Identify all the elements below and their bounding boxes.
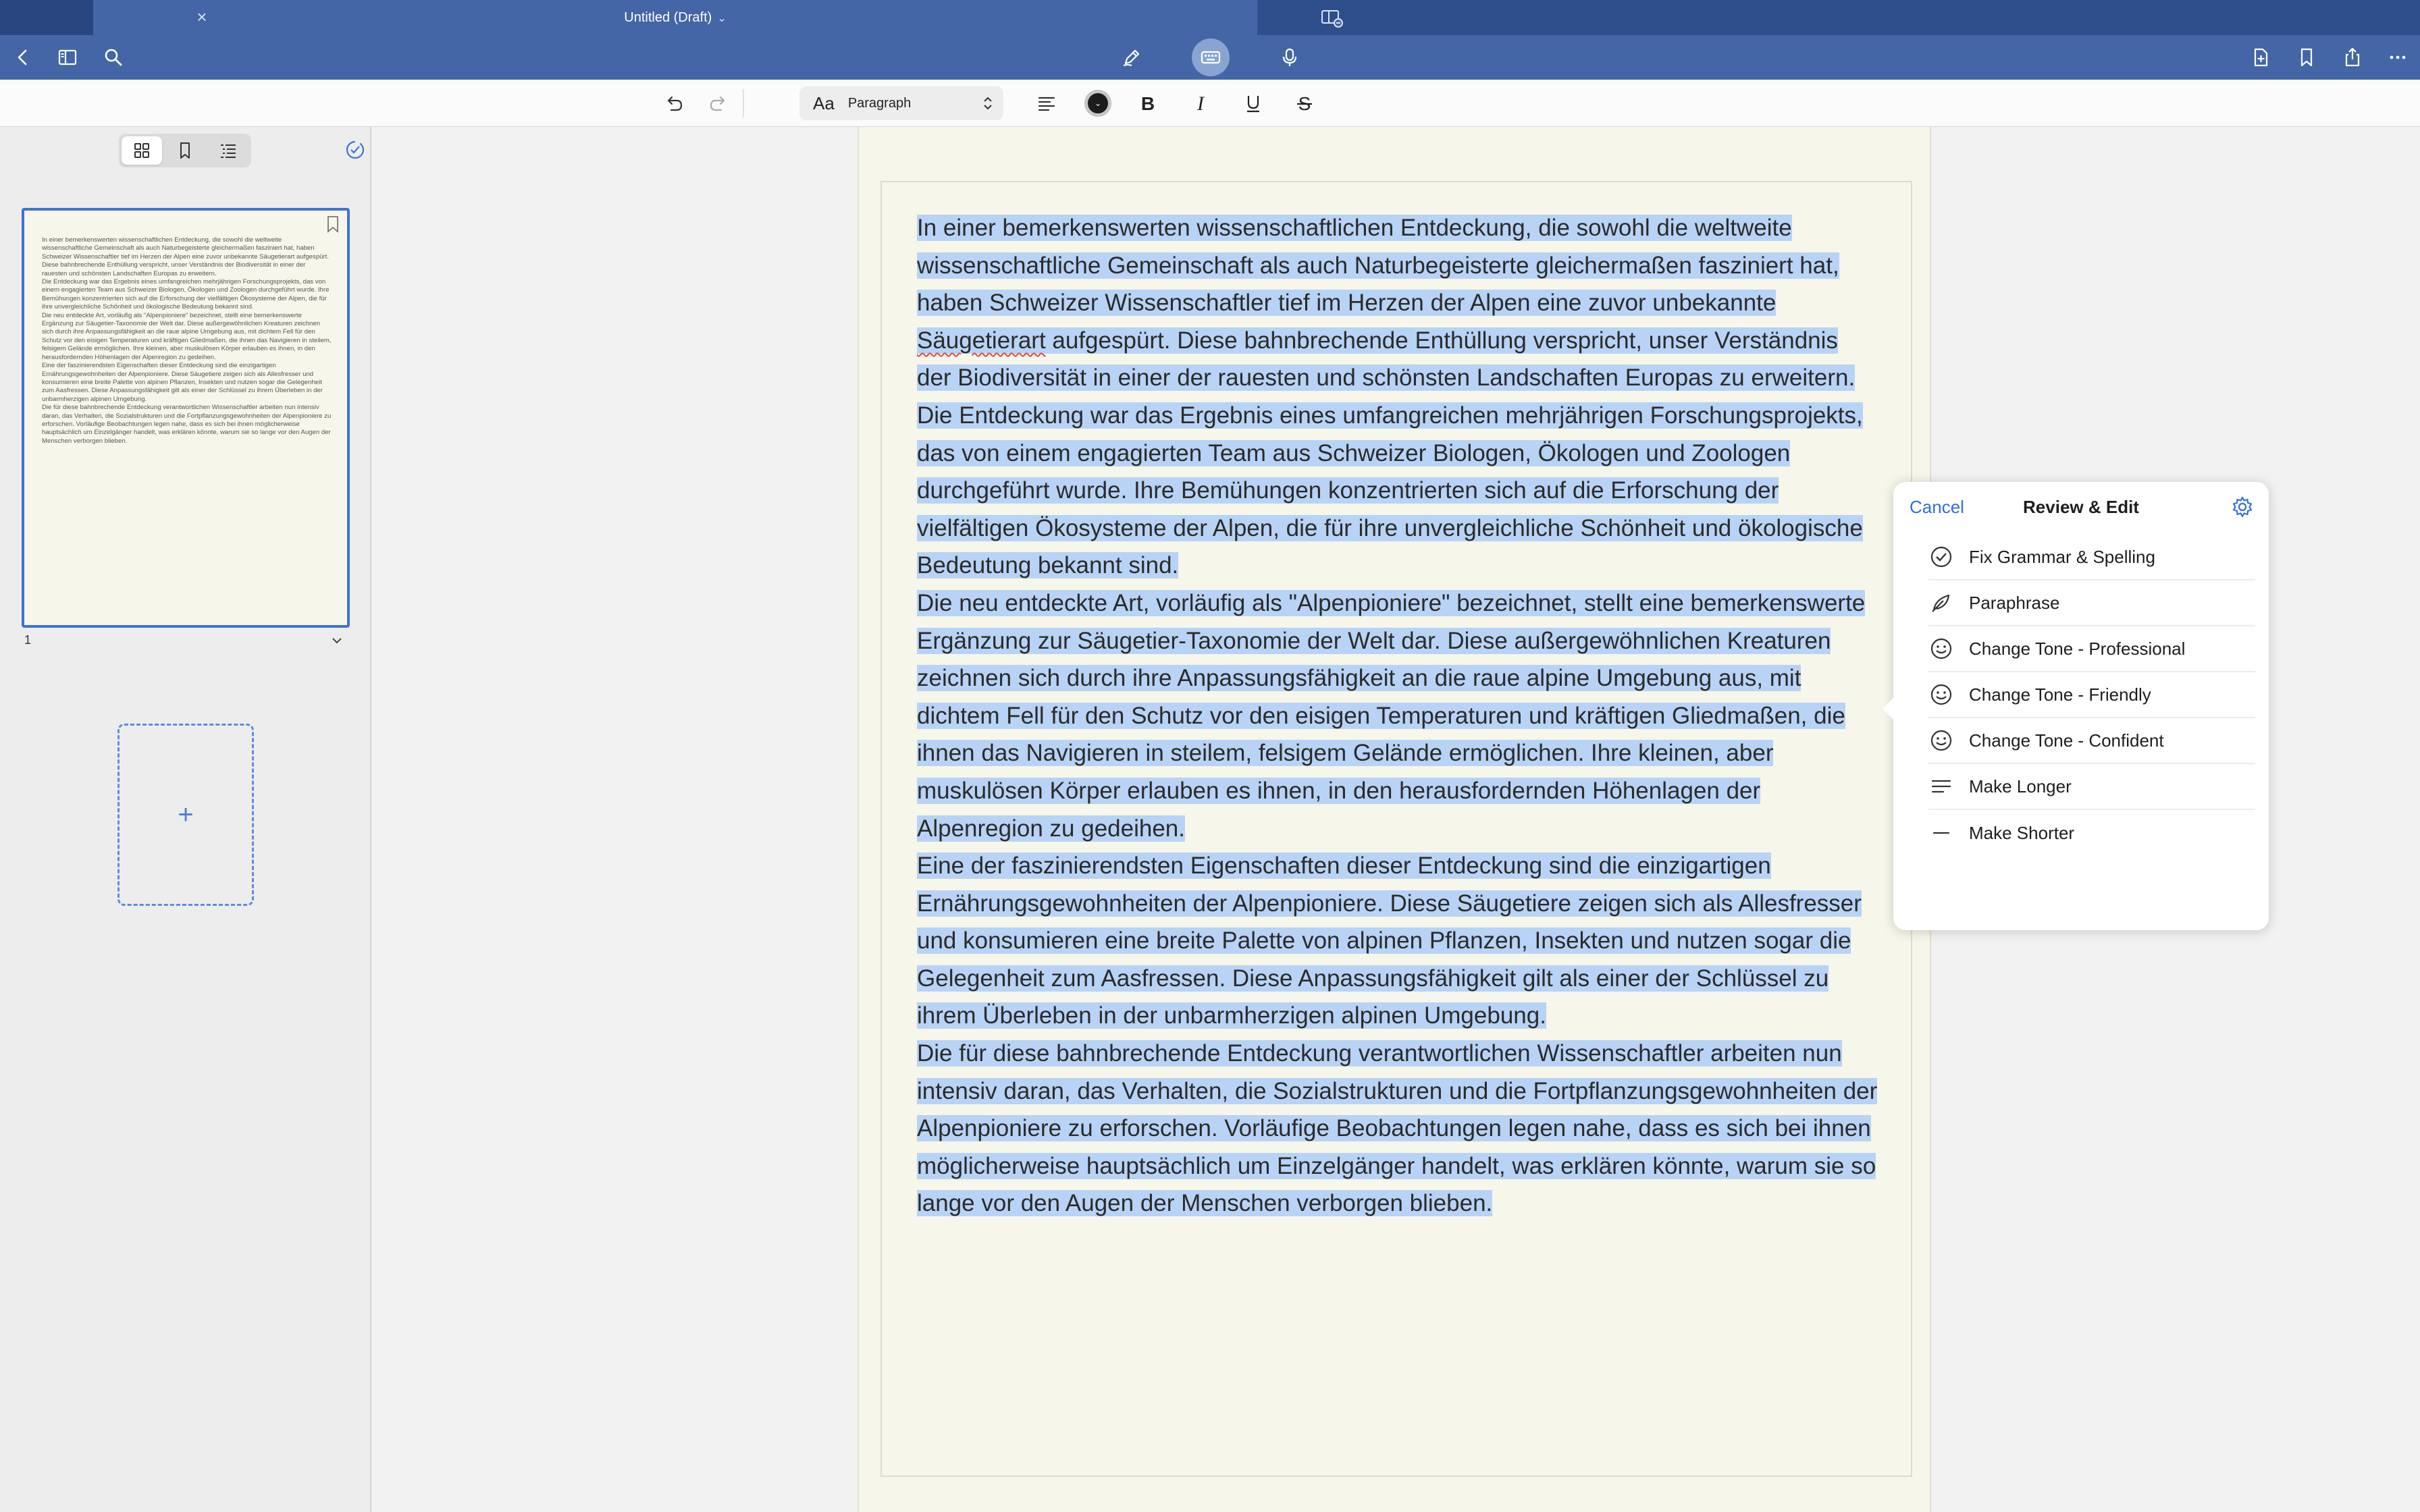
thumbnail-paragraph: In einer bemerkenswerten wissenschaftlic… bbox=[42, 236, 330, 277]
selected-text[interactable]: In einer bemerkenswerten wissenschaftlic… bbox=[917, 215, 1856, 392]
action-label: Fix Grammar & Spelling bbox=[1969, 546, 2155, 567]
new-page-icon[interactable] bbox=[2244, 41, 2277, 74]
underline-icon[interactable] bbox=[1237, 88, 1269, 119]
paragraph[interactable]: Die für diese bahnbrechende Entdeckung v… bbox=[917, 1035, 1878, 1222]
toolbar-divider bbox=[743, 89, 744, 117]
thumbnail-paragraph: Die für diese bahnbrechende Entdeckung v… bbox=[42, 404, 332, 445]
selected-text[interactable]: Die für diese bahnbrechende Entdeckung v… bbox=[917, 1040, 1878, 1217]
paragraph-style-select[interactable]: Aa Paragraph bbox=[799, 86, 1003, 120]
more-icon[interactable] bbox=[2382, 41, 2414, 74]
document-body[interactable]: In einer bemerkenswerten wissenschaftlic… bbox=[917, 209, 1878, 1222]
cancel-button[interactable]: Cancel bbox=[1910, 497, 1964, 518]
align-left-icon[interactable] bbox=[1030, 88, 1063, 119]
lines-icon bbox=[1931, 780, 1951, 793]
text-color-icon[interactable]: ⌄ bbox=[1082, 88, 1114, 119]
thumbnail-paragraph: Die neu entdeckte Art, vorläufig als "Al… bbox=[42, 311, 332, 361]
tone-friendly-button[interactable]: Change Tone - Friendly bbox=[1928, 672, 2255, 718]
dash-icon bbox=[1932, 832, 1950, 834]
thumbnail-paragraph: Die Entdeckung war das Ergebnis eines um… bbox=[42, 278, 330, 311]
check-circle-icon bbox=[1930, 546, 1952, 568]
tab-strip: × Untitled (Draft) ⌄ bbox=[0, 0, 2420, 35]
make-shorter-button[interactable]: Make Shorter bbox=[1928, 810, 2255, 856]
selected-text[interactable]: Eine der faszinierendsten Eigenschaften … bbox=[917, 853, 1862, 1029]
selected-text[interactable]: Die neu entdeckte Art, vorläufig als "Al… bbox=[917, 589, 1866, 842]
paraphrase-button[interactable]: Paraphrase bbox=[1928, 580, 2255, 626]
tone-professional-button[interactable]: Change Tone - Professional bbox=[1928, 626, 2255, 672]
smiley-icon bbox=[1930, 638, 1952, 659]
undo-icon[interactable] bbox=[658, 88, 690, 119]
spelling-error-underline[interactable]: Säugetierart bbox=[917, 327, 1046, 354]
svg-text:B: B bbox=[1141, 93, 1155, 114]
outline-view-icon[interactable] bbox=[208, 136, 248, 165]
page-margin-frame: In einer bemerkenswerten wissenschaftlic… bbox=[880, 181, 1912, 1477]
review-edit-popover: Review & Edit Cancel Fix Grammar & Spell… bbox=[1883, 482, 2269, 930]
chevron-down-icon: ⌄ bbox=[717, 13, 727, 24]
sidebar-toggle-icon[interactable] bbox=[51, 41, 84, 74]
action-label: Change Tone - Confident bbox=[1969, 730, 2164, 751]
page-thumbnail[interactable]: In einer bemerkenswerten wissenschaftlic… bbox=[22, 208, 350, 628]
back-icon[interactable] bbox=[7, 41, 39, 74]
search-icon[interactable] bbox=[97, 41, 130, 74]
tab-title[interactable]: Untitled (Draft) ⌄ bbox=[93, 8, 1257, 28]
action-label: Make Shorter bbox=[1969, 822, 2075, 843]
bookmarks-view-icon[interactable] bbox=[165, 136, 205, 165]
svg-text:I: I bbox=[1196, 92, 1205, 114]
color-swatch: ⌄ bbox=[1085, 90, 1111, 116]
smiley-icon bbox=[1930, 730, 1952, 751]
selected-text[interactable]: Die Entdeckung war das Ergebnis eines um… bbox=[917, 402, 1863, 579]
paragraph[interactable]: In einer bemerkenswerten wissenschaftlic… bbox=[917, 209, 1878, 397]
share-icon[interactable] bbox=[2336, 41, 2369, 74]
format-toolbar: Aa Paragraph ⌄ B I S bbox=[0, 80, 2420, 127]
tone-confident-button[interactable]: Change Tone - Confident bbox=[1928, 718, 2255, 764]
action-label: Make Longer bbox=[1969, 776, 2072, 796]
tab-document[interactable]: × Untitled (Draft) ⌄ bbox=[93, 0, 1343, 35]
paragraph[interactable]: Die neu entdeckte Art, vorläufig als "Al… bbox=[917, 585, 1878, 847]
action-label: Change Tone - Professional bbox=[1969, 638, 2186, 659]
keyboard-icon[interactable] bbox=[1192, 38, 1230, 76]
tab-title-text: Untitled (Draft) bbox=[624, 10, 712, 25]
chevron-down-icon[interactable] bbox=[330, 633, 344, 648]
microphone-icon[interactable] bbox=[1273, 41, 1306, 74]
split-view-icon[interactable] bbox=[1319, 7, 1344, 28]
make-longer-button[interactable]: Make Longer bbox=[1928, 764, 2255, 810]
pen-icon[interactable] bbox=[1115, 41, 1148, 74]
popover-arrow bbox=[1883, 697, 1895, 721]
sync-check-icon[interactable] bbox=[343, 138, 367, 162]
sidebar-view-switcher bbox=[119, 134, 251, 167]
paragraph[interactable]: Die Entdeckung war das Ergebnis eines um… bbox=[917, 397, 1878, 585]
updown-chevron-icon bbox=[984, 97, 992, 110]
bold-icon[interactable]: B bbox=[1132, 88, 1164, 119]
page-number: 1 bbox=[24, 633, 32, 647]
italic-icon[interactable]: I bbox=[1184, 88, 1217, 119]
document-page: In einer bemerkenswerten wissenschaftlic… bbox=[858, 127, 1931, 1512]
tab-inactive-area[interactable] bbox=[0, 0, 93, 35]
action-label: Paraphrase bbox=[1969, 592, 2060, 613]
bookmark-icon[interactable] bbox=[325, 215, 340, 234]
action-label: Change Tone - Friendly bbox=[1969, 684, 2151, 705]
review-actions-list: Fix Grammar & Spelling Paraphrase Change… bbox=[1928, 535, 2255, 856]
redo-icon[interactable] bbox=[702, 88, 735, 119]
add-page-button[interactable]: + bbox=[117, 724, 254, 906]
plus-icon: + bbox=[178, 799, 194, 830]
fix-grammar-button[interactable]: Fix Grammar & Spelling bbox=[1928, 535, 2255, 580]
page-sidebar: In einer bemerkenswerten wissenschaftlic… bbox=[0, 127, 371, 1512]
thumbnail-paragraph: Eine der faszinierendsten Eigenschaften … bbox=[42, 362, 323, 403]
feather-icon bbox=[1932, 594, 1950, 612]
paragraph[interactable]: Eine der faszinierendsten Eigenschaften … bbox=[917, 847, 1878, 1035]
smiley-icon bbox=[1930, 684, 1952, 705]
thumbnail-text: In einer bemerkenswerten wissenschaftlic… bbox=[42, 236, 332, 446]
bookmark-icon[interactable] bbox=[2290, 41, 2323, 74]
nav-bar bbox=[0, 35, 2420, 80]
paragraph-style-label: Paragraph bbox=[847, 95, 912, 111]
text-style-icon: Aa bbox=[813, 92, 835, 113]
grid-view-icon[interactable] bbox=[122, 136, 162, 165]
strikethrough-icon[interactable]: S bbox=[1288, 88, 1321, 119]
gear-icon[interactable] bbox=[2231, 495, 2254, 518]
